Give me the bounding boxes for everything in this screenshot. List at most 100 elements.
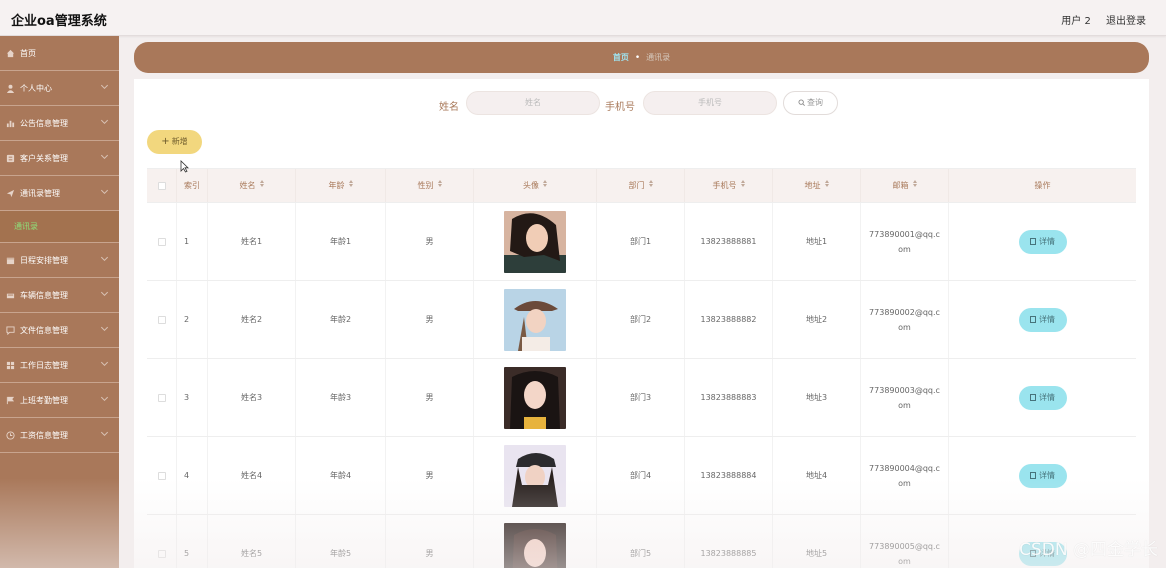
cell-address: 地址3 — [773, 359, 861, 436]
cell-name: 姓名1 — [208, 203, 296, 280]
sidebar-item-label: 上班考勤管理 — [20, 395, 68, 405]
query-button[interactable]: 查询 — [783, 91, 838, 115]
header-phone[interactable]: 手机号 — [685, 169, 773, 202]
sidebar-item-label: 个人中心 — [20, 83, 52, 93]
cell-gender: 男 — [386, 437, 474, 514]
row-checkbox[interactable] — [157, 393, 166, 402]
sidebar-item-notice[interactable]: 公告信息管理 — [0, 106, 119, 141]
chevron-down-icon — [100, 288, 109, 297]
detail-button[interactable]: 详情 — [1018, 463, 1067, 488]
header-avatar[interactable]: 头像 — [474, 169, 597, 202]
breadcrumb-home[interactable]: 首页 — [613, 53, 629, 62]
name-input[interactable]: 姓名 — [466, 91, 600, 115]
header-name[interactable]: 姓名 — [208, 169, 296, 202]
detail-button[interactable]: 详情 — [1018, 307, 1067, 332]
header-email[interactable]: 邮箱 — [861, 169, 949, 202]
table-row: 3 姓名3 年龄3 男 部门3 13823888883 地址3 77389000… — [147, 359, 1136, 437]
cell-avatar — [474, 359, 597, 436]
header-label: 手机号 — [712, 181, 737, 190]
row-select-cell — [147, 359, 177, 436]
cell-avatar — [474, 515, 597, 568]
cell-dept: 部门1 — [597, 203, 685, 280]
row-checkbox[interactable] — [157, 471, 166, 480]
cell-name: 姓名4 — [208, 437, 296, 514]
cell-actions: 详情 — [949, 203, 1136, 280]
top-bar: 企业oa管理系统 用户 2 退出登录 — [0, 0, 1166, 36]
avatar-image — [504, 366, 566, 429]
row-checkbox[interactable] — [157, 549, 166, 558]
detail-button[interactable]: 详情 — [1018, 385, 1067, 410]
cell-email: 773890001@qq.com — [861, 203, 949, 280]
sidebar-subitem-contacts[interactable]: 通讯录 — [0, 211, 119, 243]
cell-gender: 男 — [386, 515, 474, 568]
sort-icon — [824, 180, 829, 187]
cell-email: 773890003@qq.com — [861, 359, 949, 436]
main-panel: 姓名 姓名 手机号 手机号 查询 + 新增 索引 姓名 年龄 性别 头像 部门 手… — [134, 79, 1149, 568]
header-label: 性别 — [417, 181, 434, 190]
logout-link[interactable]: 退出登录 — [1106, 16, 1146, 27]
sidebar-item-home[interactable]: 首页 — [0, 36, 119, 71]
cell-actions: 详情 — [949, 359, 1136, 436]
add-button[interactable]: + 新增 — [147, 130, 202, 154]
header-label: 头像 — [523, 181, 539, 190]
chevron-down-icon — [100, 81, 109, 90]
cell-age: 年龄1 — [296, 203, 386, 280]
top-right-menu: 用户 2 退出登录 — [1049, 12, 1146, 27]
document-icon — [1030, 315, 1036, 323]
sidebar-item-label: 公告信息管理 — [20, 118, 68, 128]
sidebar-item-attendance[interactable]: 上班考勤管理 — [0, 383, 119, 418]
sidebar-item-files[interactable]: 文件信息管理 — [0, 313, 119, 348]
add-button-label: 新增 — [171, 137, 188, 146]
header-gender[interactable]: 性别 — [386, 169, 474, 202]
chevron-down-icon — [100, 393, 109, 402]
cell-address: 地址1 — [773, 203, 861, 280]
row-checkbox[interactable] — [157, 315, 166, 324]
chevron-down-icon — [100, 253, 109, 262]
sidebar-item-label: 工资信息管理 — [20, 430, 68, 440]
sidebar-item-label: 车辆信息管理 — [20, 290, 68, 300]
sidebar-item-personal-center[interactable]: 个人中心 — [0, 71, 119, 106]
sidebar-item-label: 首页 — [20, 48, 36, 58]
avatar-image — [504, 522, 566, 568]
cell-avatar — [474, 437, 597, 514]
sidebar-item-schedule[interactable]: 日程安排管理 — [0, 243, 119, 278]
cell-phone: 13823888883 — [685, 359, 773, 436]
detail-button[interactable]: 详情 — [1018, 229, 1067, 254]
sort-icon — [740, 180, 745, 187]
bar-chart-icon — [6, 120, 15, 127]
cell-age: 年龄2 — [296, 281, 386, 358]
sidebar-item-label: 通讯录管理 — [20, 188, 60, 198]
query-button-label: 查询 — [807, 98, 823, 107]
sidebar-item-worklog[interactable]: 工作日志管理 — [0, 348, 119, 383]
sidebar: 首页 个人中心 公告信息管理 客户关系管理 通讯录管理 通讯录 日程安排管理 车… — [0, 36, 119, 568]
cell-phone: 13823888882 — [685, 281, 773, 358]
document-icon — [1030, 393, 1036, 401]
cell-gender: 男 — [386, 203, 474, 280]
cell-avatar — [474, 281, 597, 358]
search-bar: 姓名 姓名 手机号 手机号 查询 — [134, 91, 1149, 116]
current-user[interactable]: 用户 2 — [1061, 16, 1091, 27]
cell-address: 地址5 — [773, 515, 861, 568]
name-label: 姓名 — [439, 102, 459, 113]
header-address[interactable]: 地址 — [773, 169, 861, 202]
cell-email: 773890002@qq.com — [861, 281, 949, 358]
cell-index: 2 — [177, 281, 208, 358]
header-label: 地址 — [804, 181, 821, 190]
sidebar-item-vehicle[interactable]: 车辆信息管理 — [0, 278, 119, 313]
cell-phone: 13823888884 — [685, 437, 773, 514]
document-icon — [1030, 237, 1036, 245]
header-age[interactable]: 年龄 — [296, 169, 386, 202]
cell-index: 5 — [177, 515, 208, 568]
cell-actions: 详情 — [949, 437, 1136, 514]
sidebar-item-salary[interactable]: 工资信息管理 — [0, 418, 119, 453]
sort-icon — [912, 180, 917, 187]
header-label: 部门 — [628, 181, 645, 190]
row-checkbox[interactable] — [157, 237, 166, 246]
sidebar-item-customer[interactable]: 客户关系管理 — [0, 141, 119, 176]
sidebar-item-label: 工作日志管理 — [20, 360, 68, 370]
phone-input[interactable]: 手机号 — [643, 91, 777, 115]
header-dept[interactable]: 部门 — [597, 169, 685, 202]
header-label: 姓名 — [239, 181, 256, 190]
select-all-checkbox[interactable] — [157, 181, 166, 190]
sidebar-item-contacts[interactable]: 通讯录管理 — [0, 176, 119, 211]
